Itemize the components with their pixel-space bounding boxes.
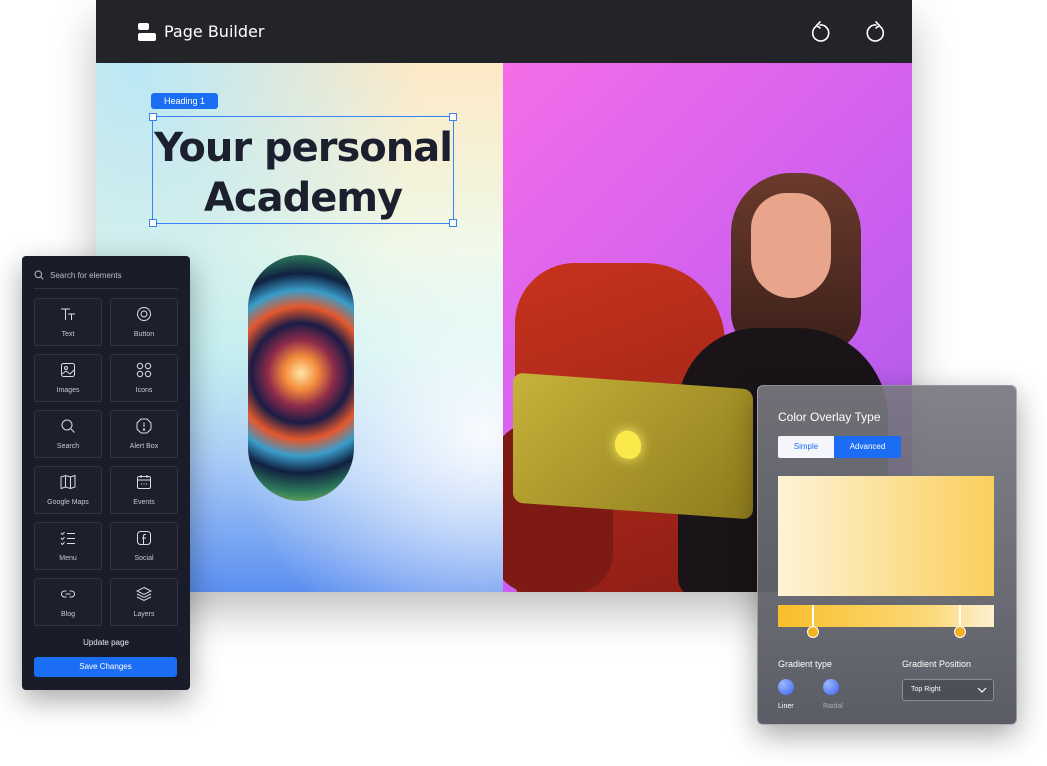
resize-handle[interactable] <box>449 113 457 121</box>
element-search[interactable]: Search for elements <box>34 268 178 289</box>
radio-liner[interactable] <box>778 679 794 695</box>
redo-icon <box>866 21 885 42</box>
apple-logo-icon <box>615 429 641 460</box>
hero-heading[interactable]: Your personal Academy <box>153 123 453 223</box>
element-social[interactable]: Social <box>110 522 178 570</box>
panel-title: Color Overlay Type <box>778 410 881 424</box>
update-page-link[interactable]: Update page <box>22 638 190 647</box>
element-label: Images <box>56 387 80 394</box>
element-label: Events <box>133 499 155 506</box>
layers-icon <box>136 586 152 602</box>
gradient-type-label: Gradient type <box>778 659 833 669</box>
map-icon <box>60 474 76 490</box>
resize-handle[interactable] <box>149 113 157 121</box>
element-label: Google Maps <box>47 499 89 506</box>
search-placeholder: Search for elements <box>50 271 122 280</box>
laptop-shape <box>513 372 753 520</box>
app-title: Page Builder <box>164 22 265 41</box>
galaxy-image[interactable] <box>248 255 354 501</box>
element-blog[interactable]: Blog <box>34 578 102 626</box>
element-label: Search <box>56 443 80 450</box>
button-icon <box>137 307 151 321</box>
face-shape <box>751 193 831 298</box>
heading-line: Academy <box>203 175 403 221</box>
element-google-maps[interactable]: Google Maps <box>34 466 102 514</box>
element-button[interactable]: Button <box>110 298 178 346</box>
undo-button[interactable] <box>808 20 832 44</box>
element-layers[interactable]: Layers <box>110 578 178 626</box>
elements-panel: Search for elements Text Button Images I… <box>22 256 190 690</box>
gradient-preview <box>778 476 994 596</box>
menu-list-icon <box>60 531 75 546</box>
page-builder-logo-icon <box>138 23 156 41</box>
element-label: Social <box>134 555 154 562</box>
undo-icon <box>811 21 830 42</box>
element-label: Text <box>61 331 75 338</box>
redo-button[interactable] <box>864 20 888 44</box>
calendar-icon <box>137 475 151 489</box>
heading-selection[interactable]: Your personal Academy <box>149 113 457 227</box>
element-label: Menu <box>59 555 77 562</box>
alert-icon <box>136 418 152 434</box>
link-icon <box>61 590 75 598</box>
element-label: Button <box>133 331 155 338</box>
chevron-down-icon <box>977 687 987 693</box>
facebook-icon <box>137 531 151 545</box>
element-label: Alert Box <box>129 443 159 450</box>
select-value: Top Right <box>911 686 941 693</box>
heading-line: Your personal <box>154 125 453 171</box>
gradient-slider[interactable] <box>778 605 994 638</box>
element-icons[interactable]: Icons <box>110 354 178 402</box>
text-icon <box>61 308 75 320</box>
element-events[interactable]: Events <box>110 466 178 514</box>
element-label: Icons <box>135 387 153 394</box>
icons-grid-icon <box>136 362 152 378</box>
gradient-position-select[interactable]: Top Right <box>902 679 994 701</box>
element-text[interactable]: Text <box>34 298 102 346</box>
radio-label: Radial <box>823 703 843 710</box>
radio-label: Liner <box>778 703 794 710</box>
heading-tag: Heading 1 <box>151 93 219 109</box>
tab-advanced[interactable]: Advanced <box>834 436 901 458</box>
top-bar: Page Builder <box>96 0 912 63</box>
gradient-stop-line <box>812 605 814 627</box>
gradient-stop-handle[interactable] <box>807 626 819 638</box>
color-overlay-panel: Color Overlay Type Simple Advanced Gradi… <box>757 385 1017 725</box>
element-menu[interactable]: Menu <box>34 522 102 570</box>
gradient-stop-line <box>959 605 961 627</box>
tab-simple[interactable]: Simple <box>778 436 834 458</box>
gradient-position-label: Gradient Position <box>902 659 972 669</box>
save-changes-button[interactable]: Save Changes <box>34 657 177 677</box>
search-icon <box>34 270 44 280</box>
element-alert-box[interactable]: Alert Box <box>110 410 178 458</box>
radio-radial[interactable] <box>823 679 839 695</box>
image-icon <box>61 363 75 377</box>
element-label: Layers <box>133 611 155 618</box>
element-search[interactable]: Search <box>34 410 102 458</box>
element-images[interactable]: Images <box>34 354 102 402</box>
element-label: Blog <box>60 611 75 618</box>
search-icon <box>61 419 75 433</box>
gradient-stop-handle[interactable] <box>954 626 966 638</box>
